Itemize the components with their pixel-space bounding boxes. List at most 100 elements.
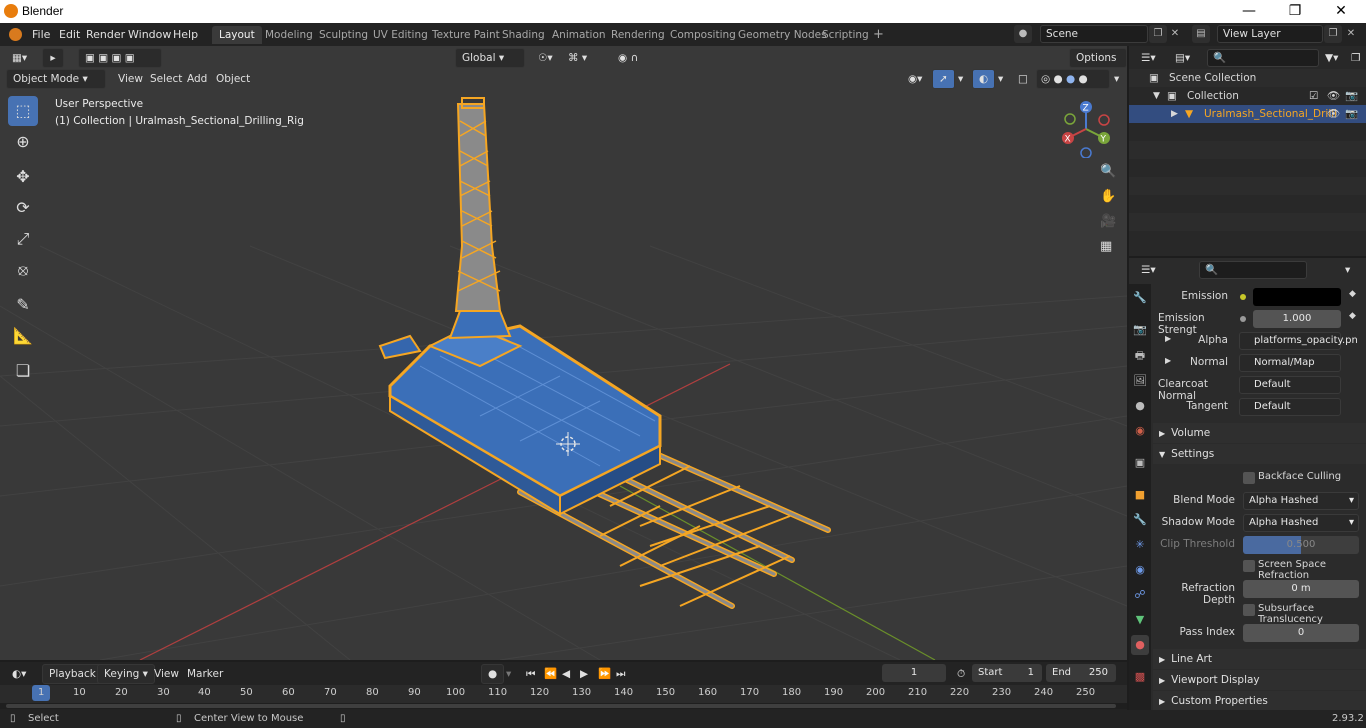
value-socket-icon[interactable] [1240, 316, 1246, 322]
scrollbar-thumb[interactable] [6, 704, 1116, 708]
transform-tool-icon[interactable]: ⦻ [8, 255, 38, 285]
viewport-menu-object[interactable]: Object [210, 69, 256, 89]
exclude-checkbox-icon[interactable]: ☑ [1309, 87, 1318, 105]
end-frame-field[interactable]: End 250 [1046, 664, 1116, 682]
new-scene-icon[interactable]: ❐ [1149, 25, 1167, 43]
pivot-point-icon[interactable]: ☉▾ [532, 48, 559, 68]
proportional-edit-icon[interactable]: ◉ ∩ [612, 48, 644, 68]
filter-icon[interactable]: ▼▾ [1319, 48, 1344, 68]
menu-help[interactable]: Help [167, 26, 204, 43]
collection-tab-icon[interactable]: ▣ [1131, 453, 1149, 473]
properties-options-icon[interactable]: ▾ [1339, 260, 1356, 280]
blend-mode-dropdown[interactable]: Alpha Hashed ▾ [1243, 492, 1359, 510]
overlays-dropdown-icon[interactable]: ▾ [992, 69, 1009, 89]
tangent-input-field[interactable]: Default [1239, 398, 1341, 416]
minimize-button[interactable]: — [1226, 0, 1272, 23]
clearcoat-normal-input-field[interactable]: Default [1239, 376, 1341, 394]
settings-panel-header[interactable]: ▼ Settings [1153, 444, 1366, 464]
backface-culling-checkbox[interactable] [1243, 472, 1255, 484]
delete-scene-icon[interactable]: ✕ [1166, 25, 1184, 43]
physics-tab-icon[interactable]: ◉ [1131, 560, 1149, 580]
camera-view-icon[interactable]: 🎥 [1100, 214, 1118, 232]
subsurface-translucency-checkbox[interactable] [1243, 604, 1255, 616]
outliner-row-scene-collection[interactable]: ▣ Scene Collection [1129, 69, 1366, 87]
keyframe-dot-icon[interactable]: ◆ [1349, 311, 1356, 321]
line-art-panel-header[interactable]: ▶ Line Art [1153, 649, 1366, 669]
properties-editor-icon[interactable]: ☰▾ [1135, 260, 1162, 280]
viewport-display-panel-header[interactable]: ▶ Viewport Display [1153, 670, 1366, 690]
object-mode-dropdown[interactable]: Object Mode ▾ [6, 69, 106, 89]
timeline-ruler[interactable]: 1 10 20 30 40 50 60 70 80 90 100 110 120… [0, 685, 1127, 703]
selection-mode-icons[interactable]: ▣ ▣ ▣ ▣ [78, 48, 162, 68]
current-frame-field[interactable]: 1 [882, 664, 946, 682]
select-tool-icon[interactable]: ▸ [42, 48, 64, 68]
display-mode-icon[interactable]: ▤▾ [1169, 48, 1196, 68]
gizmo-dropdown-icon[interactable]: ▾ [952, 69, 969, 89]
pan-view-icon[interactable]: ✋ [1100, 189, 1118, 207]
material-tab-icon[interactable]: ● [1131, 635, 1149, 655]
tab-rendering[interactable]: Rendering [604, 26, 672, 44]
editor-type-icon[interactable]: ▦▾ [6, 48, 33, 68]
visibility-icon[interactable]: ◉▾ [902, 69, 928, 89]
expand-arrow-icon[interactable]: ▶ [1171, 105, 1178, 123]
annotate-tool-icon[interactable]: ✎ [8, 290, 38, 320]
scene-tab-icon[interactable]: ● [1131, 396, 1149, 416]
outliner-row-object[interactable]: ▶ ▼ Uralmash_Sectional_Drilli 👁 📷 [1129, 105, 1366, 123]
close-window-button[interactable]: ✕ [1318, 0, 1364, 23]
add-cube-tool-icon[interactable]: ❏ [8, 356, 38, 386]
outliner-row-collection[interactable]: ▼ ▣ Collection ☑ 👁 📷 [1129, 87, 1366, 105]
timeline-editor-icon[interactable]: ◐▾ [6, 664, 32, 684]
world-tab-icon[interactable]: ◉ [1131, 421, 1149, 441]
object-tab-icon[interactable]: ■ [1131, 485, 1149, 505]
properties-search-input[interactable]: 🔍 [1199, 261, 1307, 279]
xray-toggle-icon[interactable]: □ [1012, 69, 1034, 89]
modifier-tab-icon[interactable]: 🔧 [1131, 510, 1149, 530]
expand-arrow-icon[interactable]: ▼ [1153, 87, 1160, 105]
add-workspace-button[interactable]: + [866, 26, 891, 44]
cursor-tool-icon[interactable]: ⊕ [8, 127, 38, 157]
render-camera-icon[interactable]: 📷 [1345, 105, 1358, 123]
jump-end-icon[interactable]: ⏭ [610, 664, 631, 684]
ortho-grid-icon[interactable]: ▦ [1100, 239, 1118, 257]
particles-tab-icon[interactable]: ✳ [1131, 535, 1149, 555]
view-layer-field[interactable]: View Layer [1217, 25, 1323, 43]
data-tab-icon[interactable]: ▼ [1131, 610, 1149, 630]
tool-tab-icon[interactable]: 🔧 [1131, 288, 1149, 308]
3d-viewport[interactable]: ▦▾ ▸ ▣ ▣ ▣ ▣ Global ▾ ☉▾ ⌘ ▾ ◉ ∩ Options… [0, 46, 1127, 660]
navigation-gizmo[interactable]: Z Y X [1058, 98, 1118, 158]
shading-dropdown-icon[interactable]: ▾ [1108, 69, 1125, 89]
select-box-tool-icon[interactable]: ⬚ [8, 96, 38, 126]
blender-menu-icon[interactable] [9, 28, 22, 41]
snap-icon[interactable]: ⌘ ▾ [562, 48, 593, 68]
timeline-scrollbar[interactable] [0, 703, 1127, 709]
rotate-tool-icon[interactable]: ⟳ [8, 193, 38, 223]
texture-tab-icon[interactable]: ▩ [1131, 667, 1149, 687]
tab-animation[interactable]: Animation [545, 26, 613, 44]
viewport-menu-add[interactable]: Add [181, 69, 213, 89]
color-socket-icon[interactable] [1240, 294, 1246, 300]
measure-tool-icon[interactable]: 📐 [8, 321, 38, 351]
scene-browse-icon[interactable]: ● [1014, 25, 1032, 43]
scale-tool-icon[interactable]: ⤢ [8, 224, 38, 254]
tab-modeling[interactable]: Modeling [258, 26, 320, 44]
visibility-eye-icon[interactable]: 👁 [1327, 87, 1340, 105]
move-tool-icon[interactable]: ✥ [8, 162, 38, 192]
normal-input-field[interactable]: Normal/Map [1239, 354, 1341, 372]
visibility-eye-icon[interactable]: 👁 [1327, 105, 1340, 123]
constraints-tab-icon[interactable]: ☍ [1131, 585, 1149, 605]
screen-space-refraction-checkbox[interactable] [1243, 560, 1255, 572]
volume-panel-header[interactable]: ▶ Volume [1153, 423, 1366, 443]
refraction-depth-field[interactable]: 0 m [1243, 580, 1359, 598]
scene-field[interactable]: Scene [1040, 25, 1148, 43]
emission-strength-field[interactable]: 1.000 [1253, 310, 1341, 328]
transform-orientation-dropdown[interactable]: Global ▾ [455, 48, 525, 68]
custom-properties-panel-header[interactable]: ▶ Custom Properties [1153, 691, 1366, 711]
timeline-menu-marker[interactable]: Marker [181, 664, 229, 684]
zoom-view-icon[interactable]: 🔍 [1100, 164, 1118, 182]
render-camera-icon[interactable]: 📷 [1345, 87, 1358, 105]
new-view-layer-icon[interactable]: ❐ [1324, 25, 1342, 43]
outliner-editor-icon[interactable]: ☰▾ [1135, 48, 1162, 68]
render-tab-icon[interactable]: 📷 [1131, 320, 1149, 340]
delete-view-layer-icon[interactable]: ✕ [1342, 25, 1360, 43]
outliner-search-input[interactable]: 🔍 [1207, 49, 1319, 67]
